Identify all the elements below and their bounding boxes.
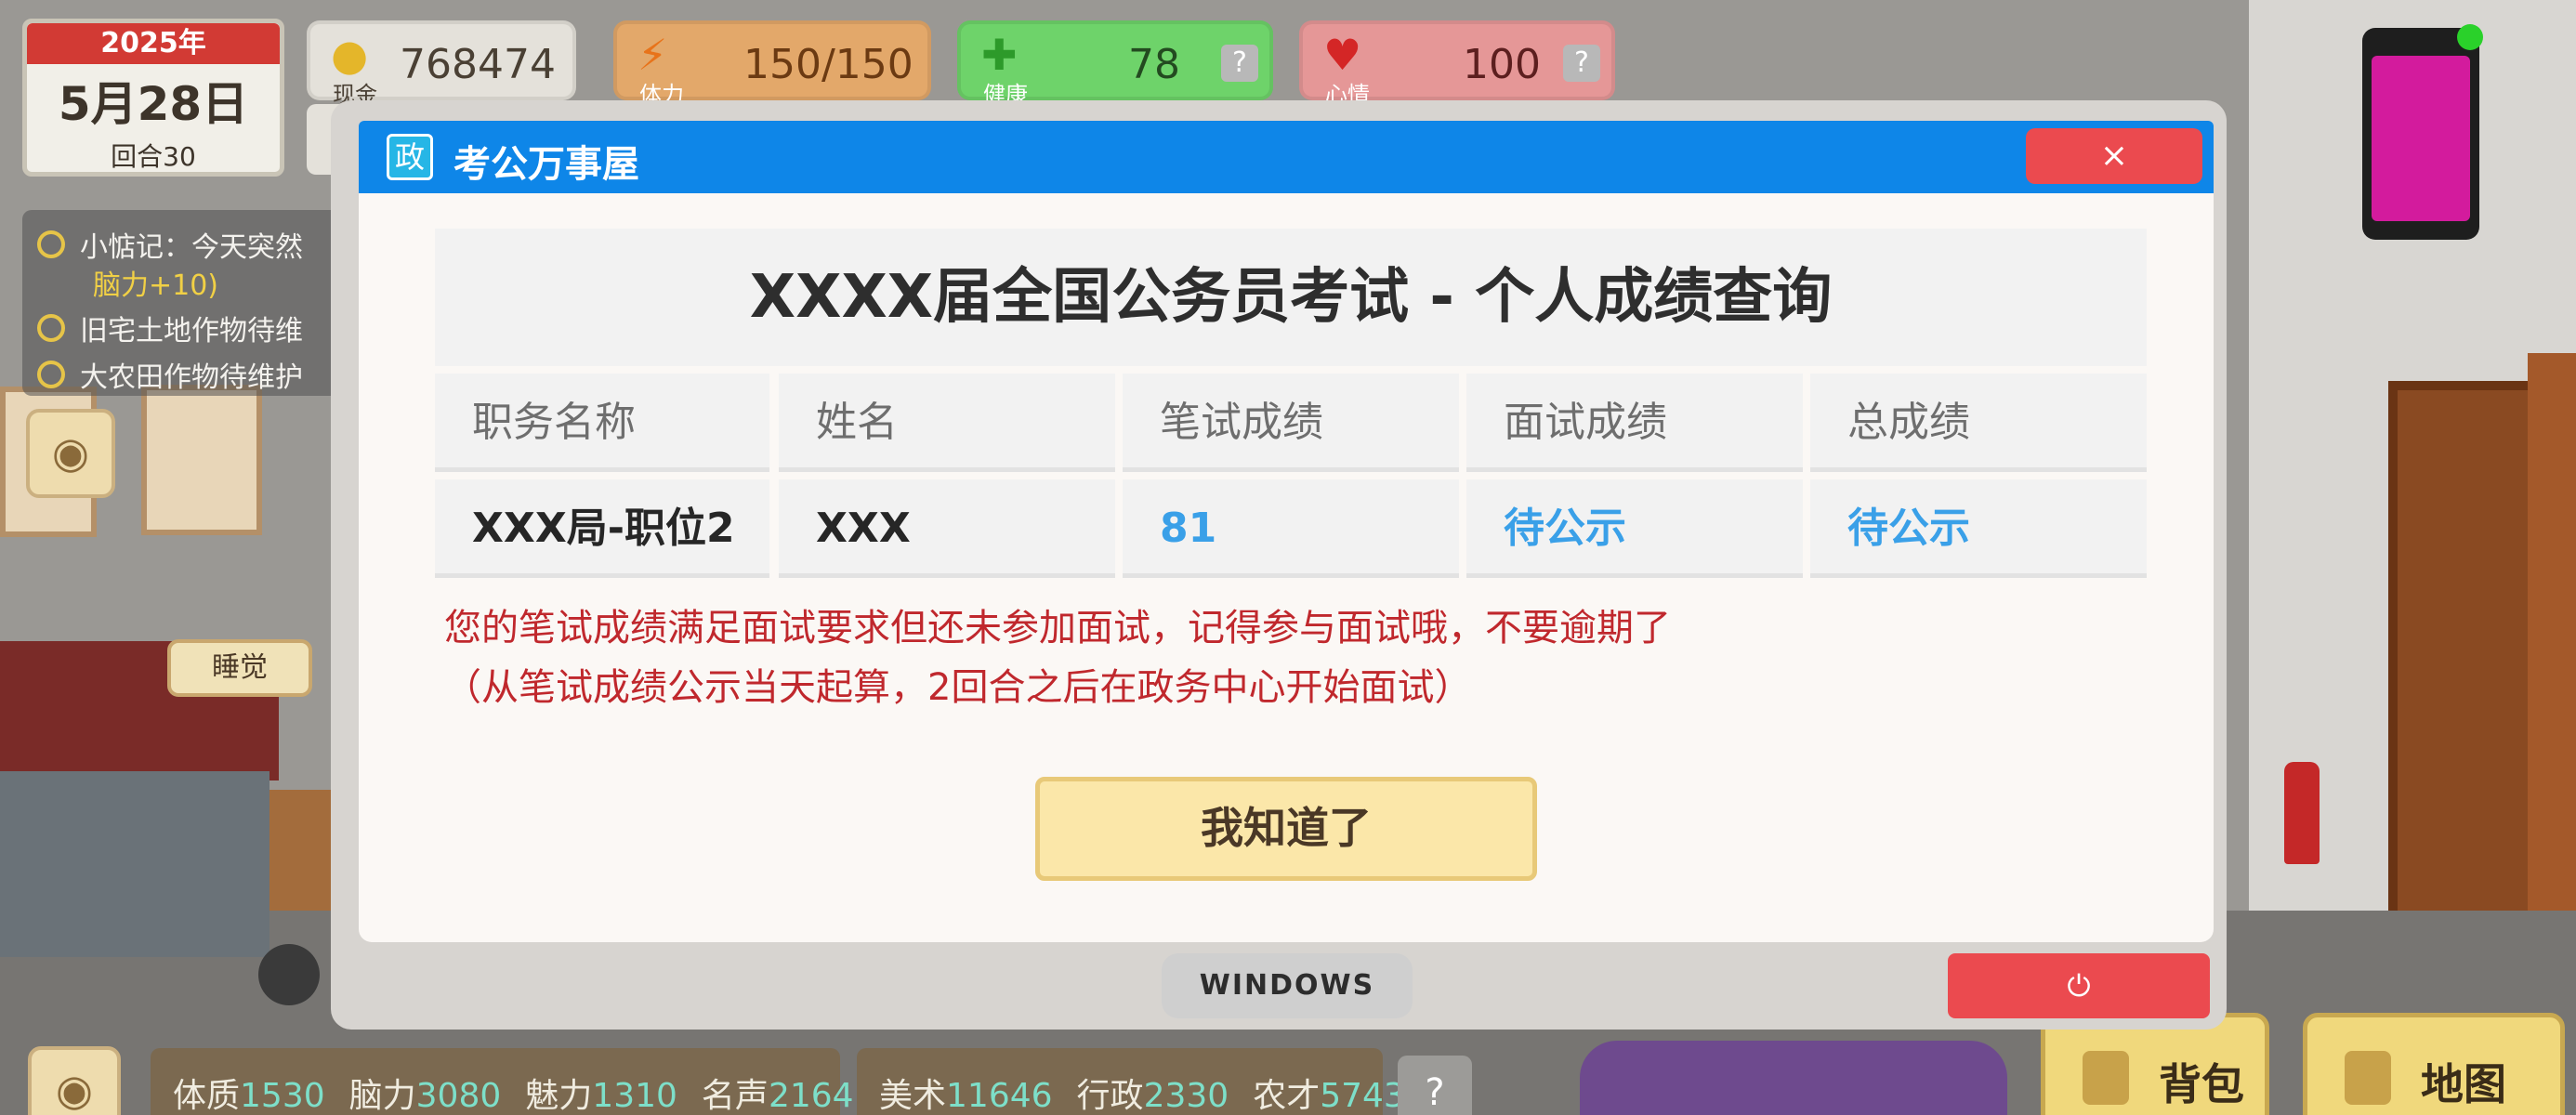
map-label: 地图	[2421, 1059, 2506, 1109]
health-value: 78	[1128, 41, 1180, 88]
stat-value: 3080	[415, 1077, 502, 1115]
eye-icon: ◉	[51, 427, 90, 478]
task-list: 小惦记：今天突然 脑力+10) 旧宅土地作物待维 大农田作物待维护	[22, 210, 357, 396]
table-cell-total-score: 待公示	[1810, 479, 2147, 578]
bed[interactable]	[0, 771, 269, 957]
stats-panel-secondary: 美术11646 行政2330 农才5743	[857, 1048, 1405, 1115]
stat-value: 11646	[946, 1077, 1053, 1115]
lightning-icon: ⚡	[637, 30, 668, 80]
stat-value: 5743	[1320, 1077, 1405, 1115]
column-header: 姓名	[779, 374, 1115, 472]
task-item[interactable]: 小惦记：今天突然	[37, 221, 342, 268]
notice-line: （从笔试成绩公示当天起算，2回合之后在政务中心开始面试）	[444, 666, 1472, 709]
backpack-icon	[2083, 1051, 2129, 1105]
coin-icon: ●	[331, 30, 369, 80]
backpack-label: 背包	[2159, 1059, 2244, 1109]
task-circle-icon	[37, 361, 65, 388]
map-icon	[2345, 1051, 2391, 1105]
column-header: 职务名称	[435, 374, 769, 472]
column-header: 笔试成绩	[1123, 374, 1459, 472]
notice-line: 您的笔试成绩满足面试要求但还未参加面试，记得参与面试哦，不要逾期了	[444, 607, 1671, 649]
column-header: 总成绩	[1810, 374, 2147, 472]
task-text: 大农田作物待维护	[80, 361, 303, 394]
government-app-icon: 政	[387, 134, 433, 180]
task-text: 旧宅土地作物待维	[80, 315, 303, 348]
phone-screen	[2372, 56, 2470, 221]
speaker-object	[258, 944, 320, 1005]
window-titlebar: 政 考公万事屋 ×	[359, 121, 2214, 193]
task-circle-icon	[37, 230, 65, 258]
stats-line: 美术11646 行政2330 农才5743	[879, 1069, 1429, 1115]
sleep-button[interactable]: 睡觉	[167, 639, 312, 697]
table-cell-name: XXX	[779, 479, 1115, 578]
mood-pill: ♥ 心情 100 ?	[1299, 20, 1615, 108]
cash-pill: ● 现金 768474	[307, 20, 576, 108]
stat-label: 体质	[173, 1077, 241, 1115]
date-year: 2025年	[27, 23, 280, 64]
stamina-value: 150/150	[743, 41, 913, 88]
bottom-eye-button[interactable]: ◉	[28, 1046, 121, 1115]
eye-icon: ◉	[55, 1065, 94, 1115]
mood-value: 100	[1463, 41, 1541, 88]
notification-dot	[2457, 24, 2483, 50]
heart-icon: ♥	[1323, 30, 1362, 80]
task-circle-icon	[37, 314, 65, 342]
task-text: 小惦记：今天突然	[80, 231, 303, 264]
stat-label: 农才	[1253, 1077, 1321, 1115]
stat-value: 2164	[768, 1077, 854, 1115]
acknowledge-button[interactable]: 我知道了	[1035, 777, 1537, 881]
stamina-pill: ⚡ 体力 150/150	[613, 20, 931, 108]
interview-notice: 您的笔试成绩满足面试要求但还未参加面试，记得参与面试哦，不要逾期了 （从笔试成绩…	[444, 598, 1931, 717]
date-card: 2025年 5月28日 回合30	[22, 19, 284, 177]
date-month-day: 5月28日	[58, 77, 249, 131]
nightstand	[269, 790, 335, 911]
window-title: 考公万事屋	[453, 143, 639, 186]
stat-label: 名声	[701, 1077, 769, 1115]
stats-line: 体质1530 脑力3080 魅力1310 名声2164	[173, 1069, 878, 1115]
power-button[interactable]: ⏻	[1948, 953, 2210, 1018]
stat-value: 2330	[1143, 1077, 1229, 1115]
table-cell-position: XXX局-职位2	[435, 479, 769, 578]
fire-extinguisher	[2284, 762, 2320, 864]
stats-panel-primary: 体质1530 脑力3080 魅力1310 名声2164	[151, 1048, 854, 1115]
stats-help-button[interactable]: ?	[1398, 1056, 1472, 1115]
door-edge	[2528, 353, 2576, 911]
wall-picture-portrait	[141, 385, 262, 535]
view-toggle-button[interactable]: ◉	[26, 409, 115, 498]
stat-label: 脑力	[348, 1077, 416, 1115]
cross-icon: ✚	[981, 30, 1018, 80]
mood-help-button[interactable]: ?	[1563, 45, 1600, 82]
task-item[interactable]: 大农田作物待维护	[37, 351, 342, 396]
column-header: 面试成绩	[1466, 374, 1803, 472]
stat-value: 1310	[592, 1077, 677, 1115]
health-pill: ✚ 健康 78 ?	[957, 20, 1273, 108]
round-counter: 回合30	[111, 141, 196, 172]
table-cell-interview-score: 待公示	[1466, 479, 1803, 578]
phone-button[interactable]	[2362, 28, 2479, 240]
stat-label: 魅力	[525, 1077, 593, 1115]
stat-label: 行政	[1076, 1077, 1144, 1115]
stat-value: 1530	[240, 1077, 325, 1115]
map-button[interactable]: 地图	[2303, 1013, 2565, 1115]
score-sheet-title: XXXX届全国公务员考试 - 个人成绩查询	[435, 229, 2147, 366]
table-cell-written-score: 81	[1123, 479, 1459, 578]
windows-button[interactable]: WINDOWS	[1162, 953, 1413, 1018]
power-icon: ⏻	[2067, 968, 2091, 1004]
close-button[interactable]: ×	[2026, 128, 2202, 184]
stat-label: 美术	[879, 1077, 947, 1115]
health-help-button[interactable]: ?	[1221, 45, 1258, 82]
cash-value: 768474	[400, 41, 556, 88]
task-subtext: 脑力+10)	[93, 269, 219, 302]
rug	[1580, 1041, 2007, 1115]
task-item[interactable]: 旧宅土地作物待维	[37, 305, 342, 351]
door[interactable]	[2388, 381, 2546, 929]
